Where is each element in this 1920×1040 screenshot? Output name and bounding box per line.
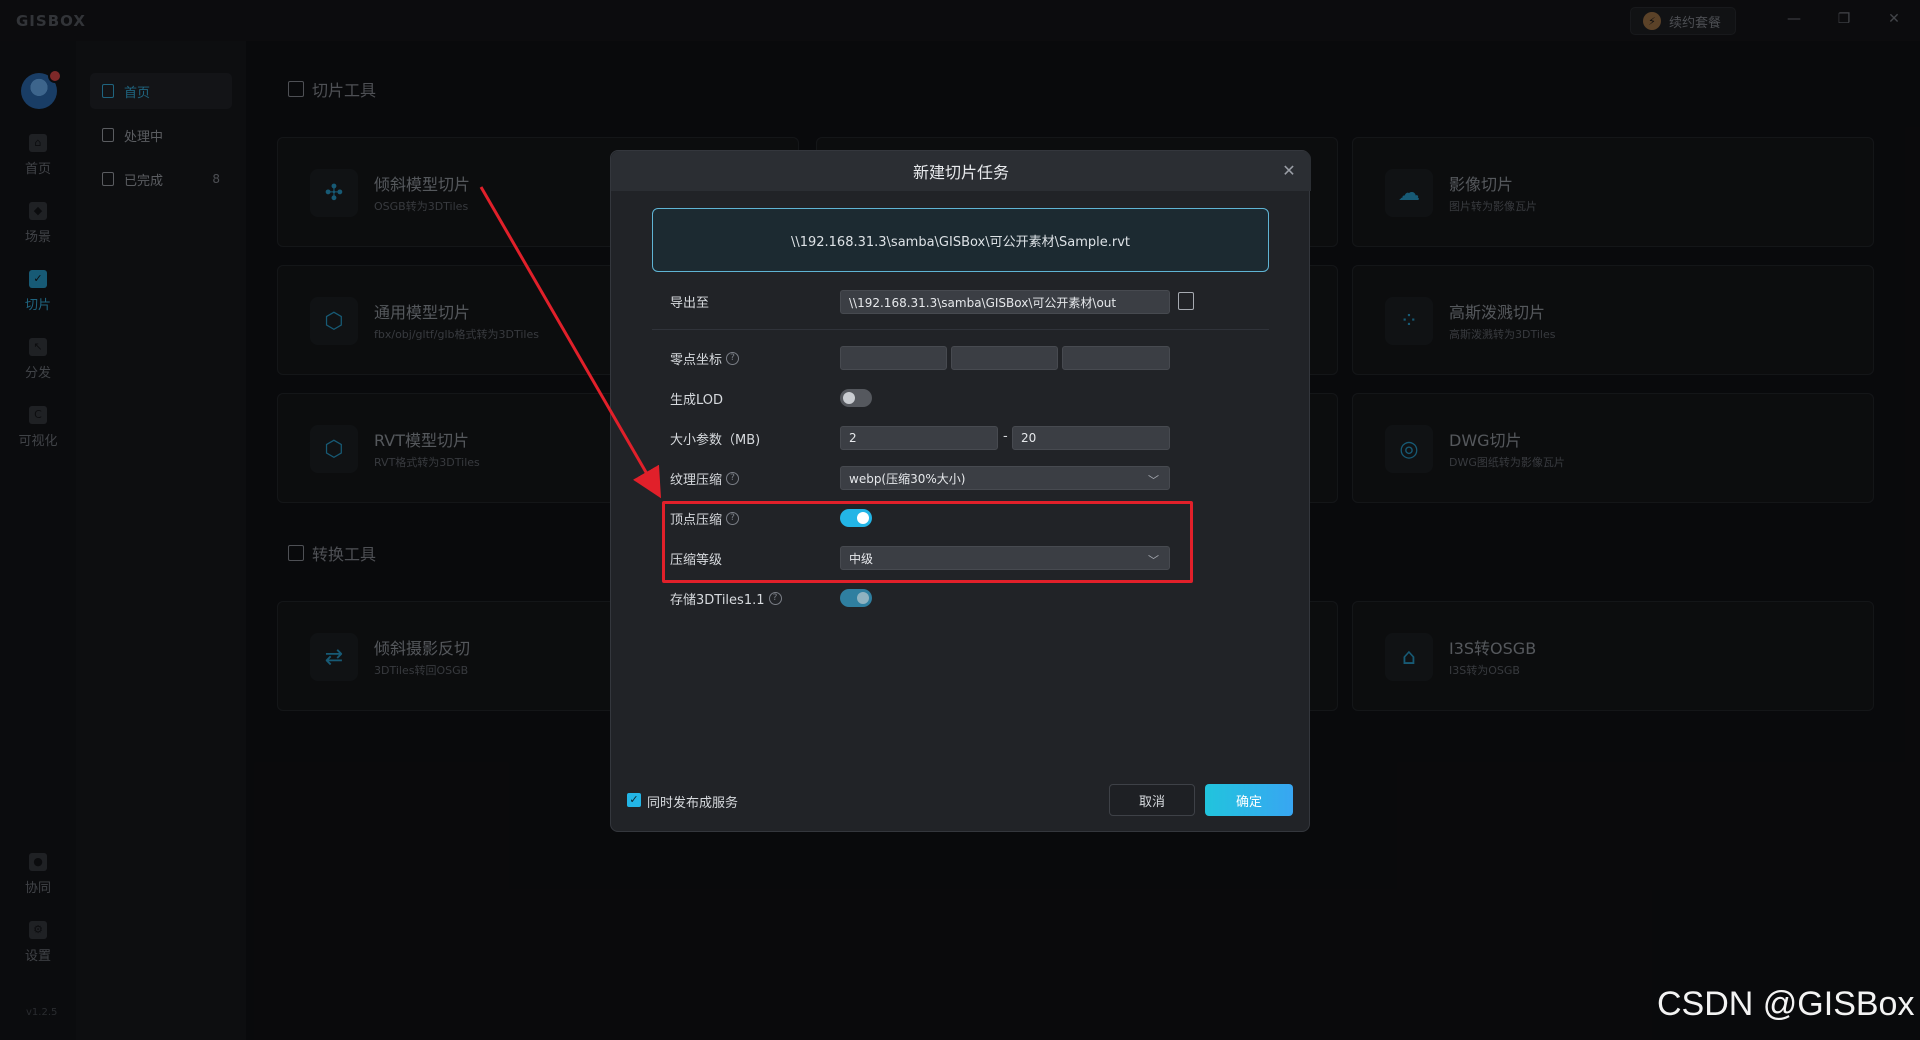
- watermark: CSDN @GISBox: [1657, 985, 1915, 1023]
- arrow-line: [479, 186, 662, 499]
- annotation-arrow: [479, 186, 662, 499]
